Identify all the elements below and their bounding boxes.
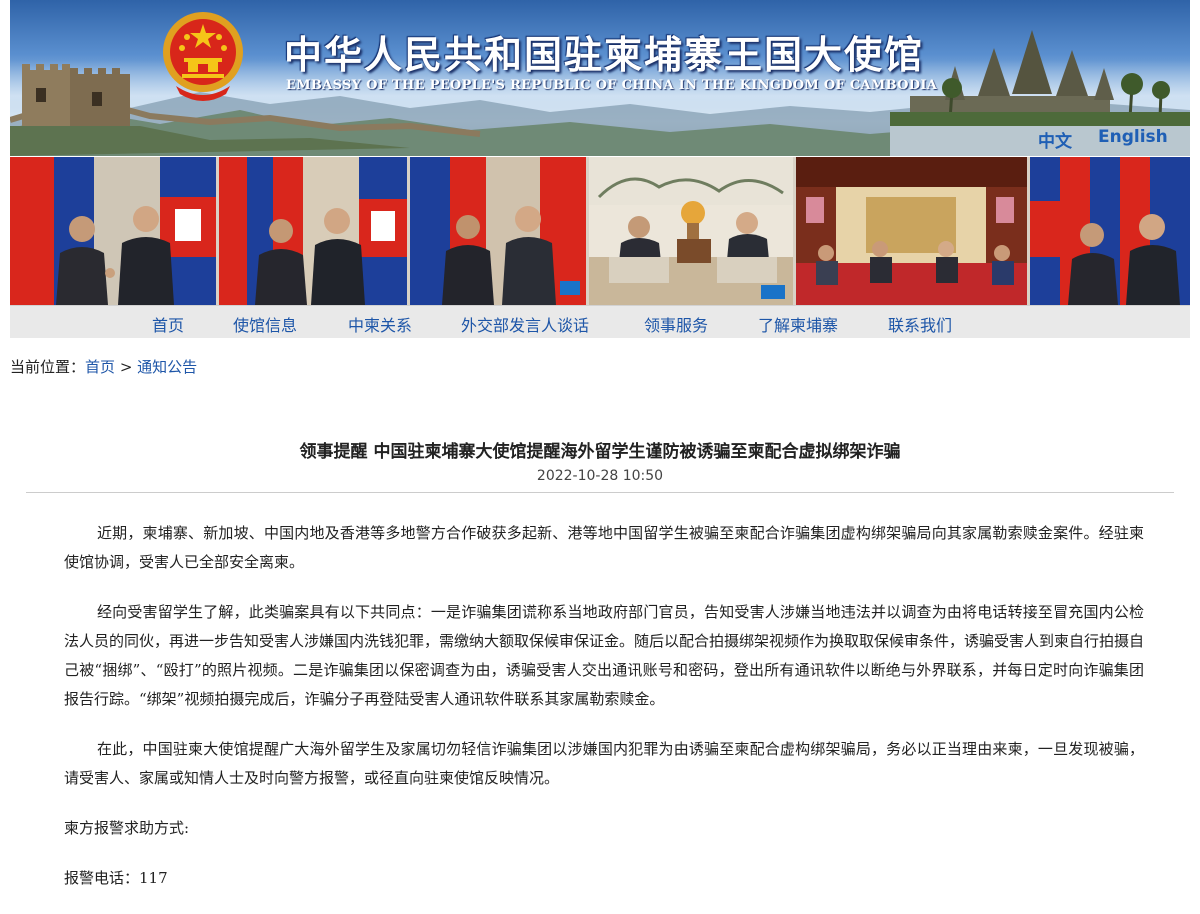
header-banner: 中华人民共和国驻柬埔寨王国大使馆 EMBASSY OF THE PEOPLE'S… [10,0,1190,156]
breadcrumb-current-link[interactable]: 通知公告 [137,358,197,376]
article-paragraph: 近期，柬埔寨、新加坡、中国内地及香港等多地警方合作破获多起新、港等地中国留学生被… [64,524,1144,571]
photo-leaders-handshake-3[interactable] [410,157,586,305]
article-title: 领事提醒 中国驻柬埔寨大使馆提醒海外留学生谨防被诱骗至柬配合虚拟绑架诈骗 [299,442,901,462]
article-date: 2022-10-28 10:50 [536,468,664,484]
nav-embassy-info[interactable]: 使馆信息 [233,312,297,336]
language-chinese-link[interactable]: 中文 [1038,127,1072,152]
photo-leaders-handshake-2[interactable] [219,157,407,305]
language-english-link[interactable]: English [1098,127,1168,147]
police-phone: 报警电话：117 [64,869,168,887]
breadcrumb-home-link[interactable]: 首页 [85,358,115,376]
breadcrumb-separator: > [119,358,133,376]
breadcrumb-prefix: 当前位置： [10,358,86,376]
nav-mfa-spokesperson[interactable]: 外交部发言人谈话 [461,312,589,336]
title-divider [26,492,1174,493]
photo-leaders-meeting-seated[interactable] [589,157,793,305]
embassy-title-chinese: 中华人民共和国驻柬埔寨王国大使馆 [284,32,925,77]
nav-home[interactable]: 首页 [152,312,184,336]
photo-leaders-handshake-4[interactable] [1030,157,1190,305]
nav-about-cambodia[interactable]: 了解柬埔寨 [758,312,838,336]
photo-palace-meeting-room[interactable] [796,157,1027,305]
nav-china-cambodia-relations[interactable]: 中柬关系 [348,312,412,336]
photo-leaders-handshake-1[interactable] [10,157,216,305]
main-nav: 首页 使馆信息 中柬关系 外交部发言人谈话 领事服务 了解柬埔寨 联系我们 [10,305,1190,338]
article-paragraph: 经向受害留学生了解，此类骗案具有以下共同点：一是诈骗集团谎称系当地政府部门官员，… [64,603,1145,708]
breadcrumb: 当前位置：首页 > 通知公告 [10,356,197,377]
article-paragraph: 在此，中国驻柬大使馆提醒广大海外留学生及家属切勿轻信诈骗集团以涉嫌国内犯罪为由诱… [64,740,1144,787]
article-body: 近期，柬埔寨、新加坡、中国内地及香港等多地警方合作破获多起新、港等地中国留学生被… [64,519,1144,914]
national-emblem-icon [163,12,243,101]
contact-heading: 柬方报警求助方式: [64,819,190,837]
photo-strip [10,157,1190,305]
embassy-title-english: EMBASSY OF THE PEOPLE'S REPUBLIC OF CHIN… [286,78,938,93]
nav-consular-services[interactable]: 领事服务 [644,312,708,336]
nav-contact-us[interactable]: 联系我们 [888,312,952,336]
